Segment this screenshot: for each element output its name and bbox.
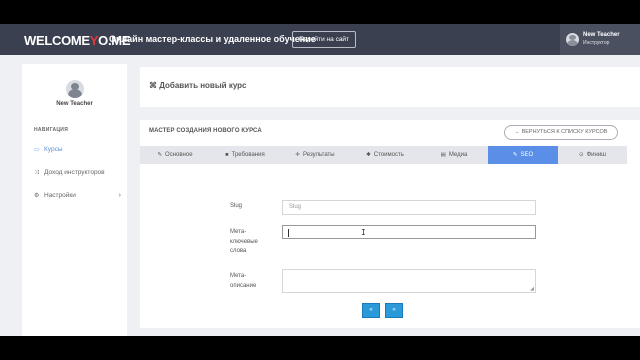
- sidebar: New Teacher НАВИГАЦИЯ ▭ Курсы ⤨ Доход инст…: [22, 64, 127, 336]
- wizard-tabs: ✎ Основное ■ Требования ✛ Результаты ✱ Стоим…: [140, 146, 627, 164]
- page-title: ⌘ Добавить новый курс: [149, 81, 247, 90]
- slug-input[interactable]: Slug: [282, 200, 536, 215]
- next-step-button[interactable]: »: [385, 303, 403, 318]
- tab-label: Требования: [231, 152, 265, 158]
- logo-text-1: WELCOME: [24, 33, 90, 48]
- shuffle-icon: ⤨: [34, 170, 39, 176]
- tag-icon: ■: [225, 152, 229, 158]
- meta-keywords-input[interactable]: I: [282, 225, 536, 239]
- mouse-ibeam-cursor-icon: I: [361, 228, 366, 237]
- meta-keywords-label-line1: Мета-: [230, 229, 247, 235]
- book-icon: ▭: [34, 147, 40, 153]
- pencil-icon: ✎: [512, 152, 518, 158]
- meta-description-textarea[interactable]: ◢: [282, 269, 536, 293]
- resize-handle-icon[interactable]: ◢: [530, 286, 534, 292]
- asterisk-icon: ✱: [366, 152, 371, 158]
- avatar: [566, 33, 579, 46]
- plus-icon: ✛: [295, 152, 300, 158]
- top-header: WELCOMEYO.ME Онлайн мастер-классы и удал…: [0, 24, 640, 55]
- gear-icon: ⚙: [34, 193, 40, 199]
- sidebar-user-name: New Teacher: [56, 101, 93, 107]
- tab-label: Основное: [165, 152, 193, 158]
- back-to-courses-button[interactable]: ← ВЕРНУТЬСЯ К СПИСКУ КУРСОВ: [504, 125, 618, 140]
- check-circle-icon: ⊙: [578, 152, 584, 158]
- tab-price[interactable]: ✱ Стоимость: [350, 146, 420, 164]
- command-icon: ⌘: [149, 81, 157, 90]
- go-to-site-button[interactable]: Перейти на сайт: [292, 31, 357, 48]
- header-user-name: New Teacher: [583, 32, 620, 38]
- sidebar-item-label: Настройки: [44, 192, 76, 199]
- sidebar-item-label: Курсы: [44, 146, 63, 153]
- tab-media[interactable]: ▤ Медиа: [420, 146, 488, 164]
- chevron-right-icon: ›: [118, 192, 121, 199]
- tab-label: Стоимость: [373, 152, 404, 158]
- tab-requirements[interactable]: ■ Требования: [210, 146, 280, 164]
- previous-step-button[interactable]: «: [362, 303, 380, 318]
- page-title-text: Добавить новый курс: [159, 81, 247, 90]
- header-user-role: Инструктор: [583, 40, 610, 46]
- tab-results[interactable]: ✛ Результаты: [280, 146, 350, 164]
- sidebar-item-label: Доход инструкторов: [44, 169, 105, 176]
- meta-description-label: Мета- описание: [230, 272, 256, 291]
- media-icon: ▤: [440, 152, 446, 158]
- course-wizard-card: МАСТЕР СОЗДАНИЯ НОВОГО КУРСА ← ВЕРНУТЬСЯ…: [140, 120, 640, 328]
- app-screen: WELCOMEYO.ME Онлайн мастер-классы и удал…: [0, 24, 640, 336]
- wizard-title: МАСТЕР СОЗДАНИЯ НОВОГО КУРСА: [149, 128, 262, 134]
- meta-keywords-label: Мета- ключевые слова: [230, 228, 258, 257]
- meta-description-label-line1: Мета-: [230, 273, 247, 279]
- tab-label: Финиш: [586, 152, 606, 158]
- logo-text-2: Y: [89, 33, 99, 48]
- tab-basic[interactable]: ✎ Основное: [140, 146, 210, 164]
- page-title-card: ⌘ Добавить новый курс: [140, 67, 640, 107]
- tab-seo[interactable]: ✎ SEO: [488, 146, 558, 164]
- user-menu[interactable]: New Teacher Инструктор: [560, 24, 640, 55]
- sidebar-item-instructor-income[interactable]: ⤨ Доход инструкторов: [34, 167, 124, 179]
- meta-keywords-label-line3: слова: [230, 248, 247, 254]
- meta-keywords-label-line2: ключевые: [230, 238, 258, 245]
- nav-title: НАВИГАЦИЯ: [34, 127, 69, 133]
- sidebar-item-settings[interactable]: ⚙ Настройки ›: [34, 190, 124, 202]
- slug-label: Slug: [230, 203, 243, 209]
- tab-label: SEO: [520, 152, 534, 158]
- pencil-icon: ✎: [157, 152, 163, 158]
- header-tagline: Онлайн мастер-классы и удаленное обучени…: [109, 34, 316, 44]
- tab-label: Результаты: [303, 152, 335, 158]
- text-caret: [288, 229, 289, 237]
- sidebar-avatar: [66, 80, 84, 98]
- tab-label: Медиа: [448, 152, 468, 158]
- tab-finish[interactable]: ⊙ Финиш: [558, 146, 627, 164]
- meta-description-label-line2: описание: [230, 282, 257, 289]
- sidebar-item-courses[interactable]: ▭ Курсы: [34, 144, 124, 156]
